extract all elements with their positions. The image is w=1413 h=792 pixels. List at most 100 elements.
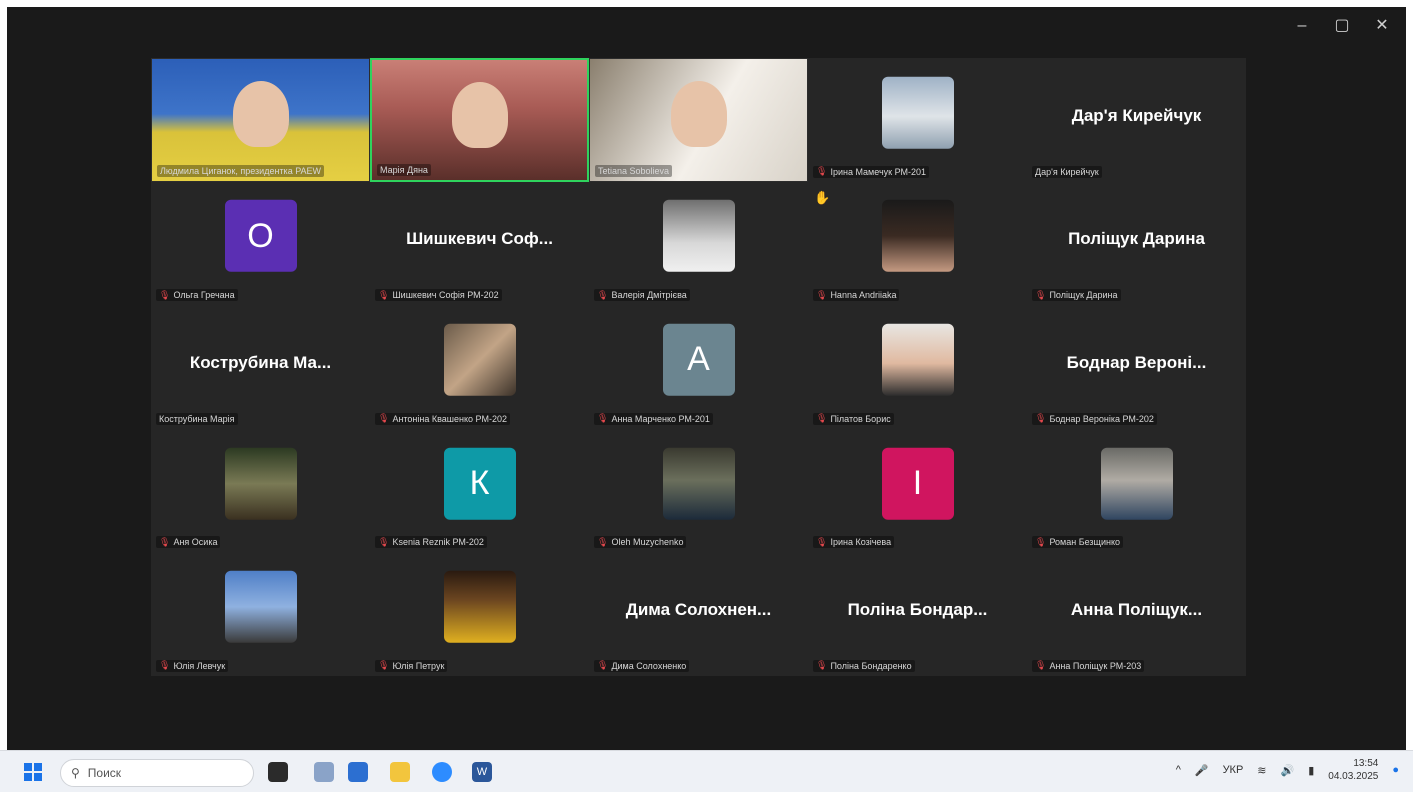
profile-photo — [881, 76, 954, 149]
participant-name: Hanna Andriiaka — [830, 290, 897, 301]
participant-display-name: Шишкевич Соф... — [406, 229, 553, 249]
participant-tile[interactable]: О 🎙 Ольга Гречана — [151, 181, 370, 306]
muted-mic-icon: 🎙 — [597, 413, 609, 424]
taskbar-search-box[interactable]: ⚲ Поиск — [60, 759, 254, 787]
muted-mic-icon: 🎙 — [378, 536, 390, 547]
notification-bell-icon[interactable]: ● — [1392, 764, 1399, 776]
clock-date: 04.03.2025 — [1328, 771, 1379, 782]
profile-photo — [881, 323, 954, 396]
participant-display-name: Анна Поліщук... — [1070, 600, 1203, 620]
system-tray: ^ 🎤 УКР ≋ 🔊 ▮ 13:54 04.03.2025 ● — [1176, 757, 1399, 783]
maximize-button[interactable]: ▢ — [1332, 17, 1352, 35]
participant-name-tag: 🎙 Юлія Петрук — [375, 659, 448, 672]
participant-name-tag: 🎙 Дима Солохненко — [594, 659, 690, 672]
wifi-icon[interactable]: ≋ — [1257, 764, 1266, 777]
participant-tile[interactable]: Дар'я Кирейчук Дар'я Кирейчук — [1027, 58, 1246, 182]
participant-name-tag: 🎙 Ірина Мамечук РМ-201 — [813, 165, 929, 178]
profile-photo — [224, 570, 297, 643]
profile-photo — [1100, 447, 1173, 520]
zoom-app-icon[interactable] — [432, 762, 452, 782]
participant-name: Дима Солохненко — [611, 660, 687, 671]
muted-mic-icon: 🎙 — [159, 289, 171, 300]
participant-tile[interactable]: Кострубина Ма... Кострубина Марія — [151, 305, 370, 429]
participant-name-tag: 🎙 Ksenia Reznik РМ-202 — [375, 536, 487, 549]
muted-mic-icon: 🎙 — [816, 413, 828, 424]
microphone-icon[interactable]: 🎤 — [1195, 764, 1209, 777]
chevron-up-icon[interactable]: ^ — [1176, 764, 1181, 776]
participant-tile[interactable]: Tetiana Sobolieva — [589, 58, 808, 182]
taskbar-clock[interactable]: 13:54 04.03.2025 — [1328, 757, 1378, 783]
participant-name: Юлія Левчук — [173, 660, 226, 671]
profile-photo — [224, 447, 297, 520]
participant-name: Анна Поліщук РМ-203 — [1049, 660, 1142, 671]
participant-tile[interactable]: Дима Солохнен... 🎙 Дима Солохненко — [589, 552, 808, 676]
muted-mic-icon: 🎙 — [1035, 660, 1047, 671]
participant-name-tag: Людмила Циганок, президентка PAEW — [157, 164, 325, 177]
participant-display-name: Дар'я Кирейчук — [1071, 105, 1202, 125]
minimize-button[interactable]: – — [1292, 17, 1312, 35]
participant-tile[interactable]: Марія Дяна — [370, 58, 589, 182]
participant-name-tag: 🎙 Пілатов Борис — [813, 412, 894, 425]
participant-name-tag: Tetiana Sobolieva — [595, 164, 673, 177]
participant-name-tag: 🎙 Oleh Muzychenko — [594, 536, 687, 549]
participant-name: Дар'я Кирейчук — [1035, 166, 1099, 177]
profile-photo — [881, 200, 954, 273]
participant-tile[interactable]: Боднар Вероні... 🎙 Боднар Вероніка РМ-202 — [1027, 305, 1246, 429]
language-indicator[interactable]: УКР — [1223, 764, 1244, 776]
participant-tile[interactable]: 🎙 Валерія Дмітрієва — [589, 181, 808, 306]
participant-name-tag: 🎙 Юлія Левчук — [156, 659, 229, 672]
participant-display-name: Дима Солохнен... — [625, 600, 772, 620]
participant-tile[interactable]: Шишкевич Соф... 🎙 Шишкевич Софія РМ-202 — [370, 181, 589, 306]
word-app-icon[interactable]: W — [472, 762, 492, 782]
participant-name: Боднар Вероніка РМ-202 — [1049, 413, 1154, 424]
participant-name-tag: 🎙 Анна Марченко РМ-201 — [594, 412, 713, 425]
participant-name: Пілатов Борис — [830, 413, 891, 424]
participant-name: Юлія Петрук — [392, 660, 445, 671]
muted-mic-icon: 🎙 — [816, 536, 828, 547]
participant-tile[interactable]: 🎙 Ірина Мамечук РМ-201 — [808, 58, 1027, 182]
participant-tile[interactable]: ✋ 🎙 Hanna Andriiaka — [808, 181, 1027, 306]
participant-tile[interactable]: 🎙 Антоніна Квашенко РМ-202 — [370, 305, 589, 429]
participant-name-tag: 🎙 Аня Осика — [156, 536, 221, 549]
participant-name: Роман Безщинко — [1049, 537, 1121, 548]
windows-start-icon[interactable] — [24, 763, 42, 781]
muted-mic-icon: 🎙 — [159, 536, 171, 547]
participant-name-tag: 🎙 Анна Поліщук РМ-203 — [1032, 659, 1145, 672]
participant-tile[interactable]: І 🎙 Ірина Козічева — [808, 428, 1027, 553]
profile-photo — [443, 323, 516, 396]
participant-name: Ірина Мамечук РМ-201 — [830, 166, 926, 177]
participant-tile[interactable]: 🎙 Роман Безщинко — [1027, 428, 1246, 553]
widgets-icon[interactable] — [314, 762, 334, 782]
participant-name-tag: 🎙 Боднар Вероніка РМ-202 — [1032, 412, 1157, 425]
desktop-screen: – ▢ ✕ Людмила Циганок, президентка PAEW М… — [0, 0, 1413, 792]
participant-name: Tetiana Sobolieva — [598, 165, 670, 176]
file-explorer-icon[interactable] — [390, 762, 410, 782]
participant-name-tag: 🎙 Ольга Гречана — [156, 289, 238, 302]
muted-mic-icon: 🎙 — [816, 660, 828, 671]
participant-name: Валерія Дмітрієва — [611, 290, 687, 301]
participant-tile[interactable]: Поліна Бондар... 🎙 Поліна Бондаренко — [808, 552, 1027, 676]
avatar-initial: А — [662, 323, 735, 396]
participant-name: Антоніна Квашенко РМ-202 — [392, 413, 507, 424]
participant-tile[interactable]: 🎙 Пілатов Борис — [808, 305, 1027, 429]
muted-mic-icon: 🎙 — [597, 536, 609, 547]
close-button[interactable]: ✕ — [1372, 17, 1392, 35]
participant-tile[interactable]: 🎙 Аня Осика — [151, 428, 370, 553]
window-controls: – ▢ ✕ — [1292, 17, 1392, 35]
participant-tile[interactable]: Людмила Циганок, президентка PAEW — [151, 58, 370, 182]
participant-tile[interactable]: А 🎙 Анна Марченко РМ-201 — [589, 305, 808, 429]
participant-tile[interactable]: 🎙 Oleh Muzychenko — [589, 428, 808, 553]
participant-name: Ірина Козічева — [830, 537, 892, 548]
participant-name-tag: 🎙 Ірина Козічева — [813, 536, 895, 549]
participant-tile[interactable]: 🎙 Юлія Левчук — [151, 552, 370, 676]
battery-icon[interactable]: ▮ — [1308, 764, 1314, 777]
participant-tile[interactable]: Поліщук Дарина 🎙 Поліщук Дарина — [1027, 181, 1246, 306]
store-icon[interactable] — [348, 762, 368, 782]
participant-tile[interactable]: 🎙 Юлія Петрук — [370, 552, 589, 676]
participant-name-tag: Марія Дяна — [377, 163, 431, 176]
task-view-icon[interactable] — [268, 762, 288, 782]
participant-tile[interactable]: К 🎙 Ksenia Reznik РМ-202 — [370, 428, 589, 553]
participant-name-tag: 🎙 Антоніна Квашенко РМ-202 — [375, 412, 510, 425]
participant-tile[interactable]: Анна Поліщук... 🎙 Анна Поліщук РМ-203 — [1027, 552, 1246, 676]
volume-icon[interactable]: 🔊 — [1281, 764, 1295, 777]
